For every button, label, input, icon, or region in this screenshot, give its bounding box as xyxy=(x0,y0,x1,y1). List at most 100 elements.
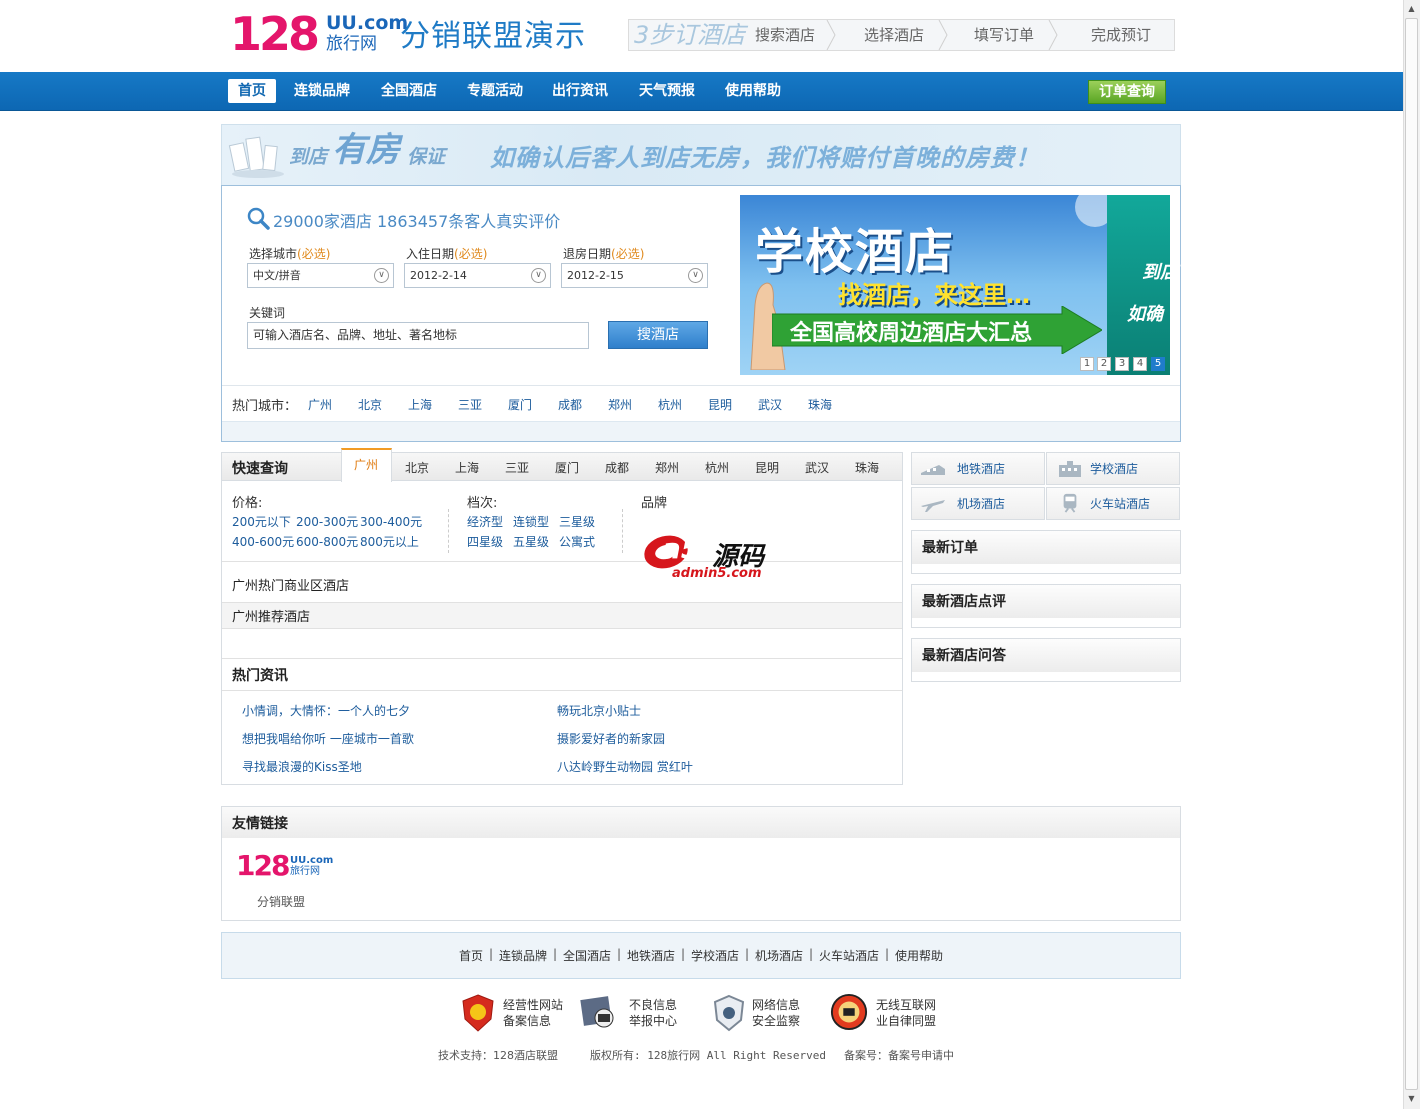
news-link[interactable]: 畅玩北京小贴士 xyxy=(557,702,641,719)
banner-dot[interactable]: 3 xyxy=(1115,357,1129,371)
scroll-up-icon[interactable]: ▲ xyxy=(1405,2,1418,15)
footer-link[interactable]: 火车站酒店 xyxy=(819,947,879,964)
badge-wireless-text[interactable]: 无线互联网 业自律同盟 xyxy=(876,997,936,1029)
nav-travel-news[interactable]: 出行资讯 xyxy=(542,79,618,103)
badge-record-text[interactable]: 经营性网站 备案信息 xyxy=(503,997,563,1029)
a5-url: admin5.com xyxy=(672,566,762,581)
chevron-down-icon[interactable]: ∨ xyxy=(688,268,703,283)
tech-support: 技术支持：128酒店联盟 xyxy=(438,1049,558,1062)
footer-link[interactable]: 机场酒店 xyxy=(755,947,803,964)
hot-city-link[interactable]: 成都 xyxy=(558,396,582,413)
nav-special-events[interactable]: 专题活动 xyxy=(457,79,533,103)
grade-filter[interactable]: 三星级 xyxy=(559,513,595,530)
news-link[interactable]: 摄影爱好者的新家园 xyxy=(557,730,665,747)
banner-dot[interactable]: 2 xyxy=(1097,357,1111,371)
friend-link-caption[interactable]: 分销联盟 xyxy=(257,893,305,910)
banner-dot[interactable]: 4 xyxy=(1133,357,1147,371)
security-shield-icon[interactable] xyxy=(710,993,748,1033)
tab-city[interactable]: 三亚 xyxy=(505,459,529,476)
tab-city[interactable]: 成都 xyxy=(605,459,629,476)
footer-link[interactable]: 全国酒店 xyxy=(563,947,611,964)
tab-city[interactable]: 昆明 xyxy=(755,459,779,476)
chevron-down-icon[interactable]: ∨ xyxy=(531,268,546,283)
hot-city-link[interactable]: 上海 xyxy=(408,396,432,413)
tab-city[interactable]: 武汉 xyxy=(805,459,829,476)
nav-national-hotels[interactable]: 全国酒店 xyxy=(371,79,447,103)
checkout-date-select[interactable]: 2012-2-15 ∨ xyxy=(561,263,708,288)
news-link[interactable]: 想把我唱给你听 一座城市一首歌 xyxy=(242,730,414,747)
badge-security-text[interactable]: 网络信息 安全监察 xyxy=(752,997,800,1029)
footer-link[interactable]: 首页 xyxy=(459,947,483,964)
badge-report-text[interactable]: 不良信息 举报中心 xyxy=(629,997,677,1029)
keyword-input[interactable]: 可输入酒店名、品牌、地址、著名地标 xyxy=(247,322,589,349)
banner-dot[interactable]: 1 xyxy=(1080,357,1094,371)
friend-logo-number[interactable]: 128 xyxy=(236,849,290,883)
footer-link[interactable]: 连锁品牌 xyxy=(499,947,547,964)
tab-city[interactable]: 北京 xyxy=(405,459,429,476)
logo-number[interactable]: 128 xyxy=(230,8,320,60)
banner-dot-active[interactable]: 5 xyxy=(1151,357,1165,371)
hot-city-link[interactable]: 杭州 xyxy=(658,396,682,413)
step-complete: 完成预订 xyxy=(1090,26,1151,44)
checkin-date-select[interactable]: 2012-2-14 ∨ xyxy=(404,263,551,288)
footer-link[interactable]: 使用帮助 xyxy=(895,947,943,964)
nav-home[interactable]: 首页 xyxy=(228,79,276,103)
scrollbar-thumb[interactable] xyxy=(1405,18,1418,1090)
footer-separator: | xyxy=(681,947,686,961)
step-select: 选择酒店 xyxy=(863,26,924,44)
latest-orders-title: 最新订单 xyxy=(922,540,978,556)
footer-link[interactable]: 学校酒店 xyxy=(691,947,739,964)
order-query-button[interactable]: 订单查询 xyxy=(1088,80,1166,104)
police-badge-icon[interactable] xyxy=(459,993,497,1033)
grade-filter[interactable]: 公寓式 xyxy=(559,533,595,550)
price-filter[interactable]: 400-600元 xyxy=(232,533,294,550)
footer-link[interactable]: 地铁酒店 xyxy=(627,947,675,964)
hot-city-link[interactable]: 郑州 xyxy=(608,396,632,413)
price-filter[interactable]: 200元以下 xyxy=(232,513,291,530)
grade-filter[interactable]: 经济型 xyxy=(467,513,503,530)
hot-city-link[interactable]: 厦门 xyxy=(508,396,532,413)
hot-city-link[interactable]: 珠海 xyxy=(808,396,832,413)
nav-chain-brands[interactable]: 连锁品牌 xyxy=(284,79,360,103)
hot-city-link[interactable]: 武汉 xyxy=(758,396,782,413)
logo-domain: UU.com xyxy=(326,12,409,34)
nav-weather[interactable]: 天气预报 xyxy=(629,79,705,103)
banner-arrow-text: 全国高校周边酒店大汇总 xyxy=(790,321,1033,346)
price-filter[interactable]: 600-800元 xyxy=(296,533,358,550)
a5-watermark-logo: a5 源码 admin5.com xyxy=(640,528,780,584)
city-select[interactable]: 中文/拼音 ∨ xyxy=(247,263,394,288)
scroll-down-icon[interactable]: ▼ xyxy=(1405,1092,1418,1105)
price-filter[interactable]: 800元以上 xyxy=(360,533,419,550)
quick-query-title: 快速查询 xyxy=(232,461,288,477)
airport-hotel-label[interactable]: 机场酒店 xyxy=(957,495,1005,512)
hot-city-link[interactable]: 北京 xyxy=(358,396,382,413)
tab-guangzhou[interactable]: 广州 xyxy=(354,456,378,473)
tab-city[interactable]: 珠海 xyxy=(855,459,879,476)
tab-city[interactable]: 郑州 xyxy=(655,459,679,476)
search-hotel-button[interactable]: 搜酒店 xyxy=(608,321,708,349)
wireless-alliance-icon[interactable] xyxy=(830,992,868,1032)
hot-city-link[interactable]: 三亚 xyxy=(458,396,482,413)
grade-filter[interactable]: 四星级 xyxy=(467,533,503,550)
report-center-icon[interactable] xyxy=(580,992,618,1032)
news-link[interactable]: 八达岭野生动物园 赏红叶 xyxy=(557,758,693,775)
hot-city-link[interactable]: 广州 xyxy=(308,396,332,413)
grade-label: 档次: xyxy=(467,496,498,511)
subway-icon xyxy=(921,465,945,475)
tab-city[interactable]: 杭州 xyxy=(705,459,729,476)
price-filter[interactable]: 200-300元 xyxy=(296,513,358,530)
tab-city[interactable]: 厦门 xyxy=(555,459,579,476)
business-district-title: 广州热门商业区酒店 xyxy=(232,579,350,594)
grade-filter[interactable]: 五星级 xyxy=(513,533,549,550)
news-link[interactable]: 小情调，大情怀：一个人的七夕 xyxy=(242,702,410,719)
grade-filter[interactable]: 连锁型 xyxy=(513,513,549,530)
hot-city-link[interactable]: 昆明 xyxy=(708,396,732,413)
price-filter[interactable]: 300-400元 xyxy=(360,513,422,530)
subway-hotel-label[interactable]: 地铁酒店 xyxy=(957,460,1005,477)
nav-help[interactable]: 使用帮助 xyxy=(715,79,791,103)
school-hotel-label[interactable]: 学校酒店 xyxy=(1090,460,1138,477)
tab-city[interactable]: 上海 xyxy=(455,459,479,476)
news-link[interactable]: 寻找最浪漫的Kiss圣地 xyxy=(242,758,362,775)
chevron-down-icon[interactable]: ∨ xyxy=(374,268,389,283)
station-hotel-label[interactable]: 火车站酒店 xyxy=(1090,495,1150,512)
